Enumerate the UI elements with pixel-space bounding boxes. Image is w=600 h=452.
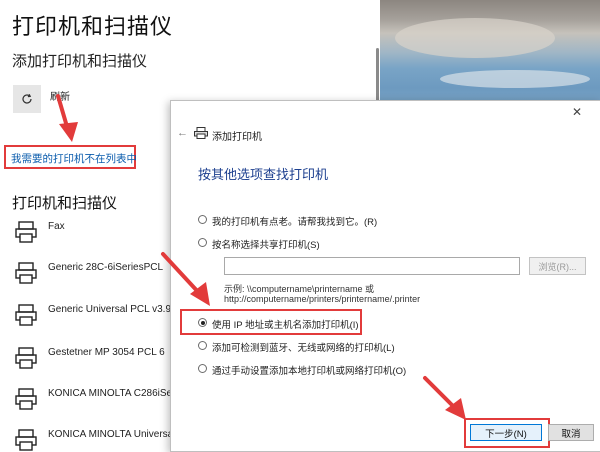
annotation-arrows xyxy=(56,94,466,420)
annotation-arrow xyxy=(423,376,457,410)
annotation-arrow-head xyxy=(59,122,78,142)
annotation-arrow xyxy=(161,252,202,296)
